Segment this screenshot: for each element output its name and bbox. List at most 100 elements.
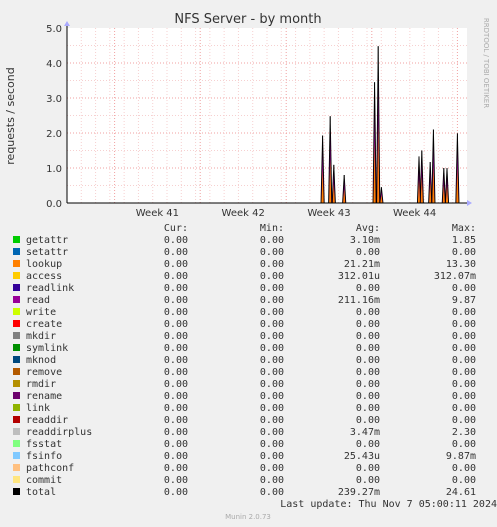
legend-swatch-symlink	[13, 344, 20, 351]
legend-value: 0.00	[164, 307, 188, 318]
legend-value: 24.61	[446, 487, 476, 498]
legend-value: 0.00	[164, 247, 188, 258]
legend-value: 0.00	[164, 403, 188, 414]
legend-name-setattr: setattr	[26, 247, 68, 258]
legend-name-create: create	[26, 319, 62, 330]
legend-swatch-total	[13, 488, 20, 495]
legend-value: 0.00	[260, 307, 284, 318]
legend-name-commit: commit	[26, 475, 62, 486]
legend-col-header: Max:	[452, 223, 476, 234]
legend-value: 0.00	[164, 367, 188, 378]
legend-name-write: write	[26, 307, 56, 318]
legend-swatch-write	[13, 308, 20, 315]
legend-value: 0.00	[260, 391, 284, 402]
legend-name-link: link	[26, 403, 50, 414]
legend-value: 211.16m	[338, 295, 380, 306]
legend-value: 0.00	[356, 379, 380, 390]
week-label: Week 44	[393, 208, 436, 219]
legend-name-readdir: readdir	[26, 415, 68, 426]
legend-swatch-getattr	[13, 236, 20, 243]
chart-title: NFS Server - by month	[174, 12, 321, 27]
legend-swatch-readlink	[13, 284, 20, 291]
legend-swatch-rename	[13, 392, 20, 399]
legend-value: 9.87m	[446, 451, 476, 462]
legend-value: 0.00	[452, 319, 476, 330]
legend-value: 0.00	[356, 403, 380, 414]
legend-value: 0.00	[260, 487, 284, 498]
legend-value: 0.00	[356, 475, 380, 486]
legend-value: 0.00	[260, 439, 284, 450]
legend-value: 0.00	[452, 283, 476, 294]
y-tick-label: 2.0	[46, 129, 62, 140]
legend-swatch-fsstat	[13, 440, 20, 447]
legend-value: 0.00	[260, 403, 284, 414]
y-tick-label: 5.0	[46, 24, 62, 35]
legend-name-rmdir: rmdir	[26, 379, 56, 390]
legend-name-lookup: lookup	[26, 259, 62, 270]
y-tick-label: 4.0	[46, 59, 62, 70]
legend-value: 0.00	[260, 259, 284, 270]
legend-value: 0.00	[164, 439, 188, 450]
legend-value: 0.00	[164, 331, 188, 342]
legend-swatch-create	[13, 320, 20, 327]
legend-value: 0.00	[164, 451, 188, 462]
legend-value: 9.87	[452, 295, 476, 306]
legend-value: 25.43u	[344, 451, 380, 462]
legend-value: 0.00	[452, 247, 476, 258]
legend-swatch-pathconf	[13, 464, 20, 471]
legend-value: 0.00	[452, 463, 476, 474]
legend-value: 0.00	[356, 307, 380, 318]
legend-value: 0.00	[260, 415, 284, 426]
legend-value: 0.00	[164, 415, 188, 426]
y-tick-label: 3.0	[46, 94, 62, 105]
legend-value: 0.00	[356, 343, 380, 354]
legend-col-header: Cur:	[164, 223, 188, 234]
legend-value: 3.47m	[350, 427, 380, 438]
legend-value: 0.00	[164, 259, 188, 270]
week-label: Week 42	[222, 208, 265, 219]
legend-value: 0.00	[260, 247, 284, 258]
legend-name-readlink: readlink	[26, 283, 74, 294]
legend-value: 0.00	[260, 295, 284, 306]
legend-value: 0.00	[164, 391, 188, 402]
legend-value: 0.00	[452, 415, 476, 426]
legend-value: 0.00	[164, 379, 188, 390]
legend-swatch-access	[13, 272, 20, 279]
legend-swatch-remove	[13, 368, 20, 375]
legend-value: 0.00	[260, 331, 284, 342]
y-tick-label: 1.0	[46, 164, 62, 175]
legend-col-header: Avg:	[356, 223, 380, 234]
legend-value: 0.00	[356, 367, 380, 378]
legend-name-mknod: mknod	[26, 355, 56, 366]
y-axis-label: requests / second	[4, 67, 17, 164]
legend-swatch-rmdir	[13, 380, 20, 387]
legend-swatch-mkdir	[13, 332, 20, 339]
legend-swatch-fsinfo	[13, 452, 20, 459]
legend-value: 0.00	[260, 271, 284, 282]
legend-value: 0.00	[452, 355, 476, 366]
legend-value: 0.00	[452, 403, 476, 414]
legend-value: 312.01u	[338, 271, 380, 282]
legend-value: 0.00	[164, 235, 188, 246]
legend-value: 0.00	[356, 355, 380, 366]
legend-value: 0.00	[164, 355, 188, 366]
munin-version: Munin 2.0.73	[225, 513, 271, 521]
legend-value: 312.07m	[434, 271, 476, 282]
legend-value: 0.00	[356, 331, 380, 342]
legend-value: 0.00	[260, 283, 284, 294]
legend-value: 0.00	[356, 415, 380, 426]
legend-value: 0.00	[356, 391, 380, 402]
legend-value: 0.00	[356, 247, 380, 258]
legend-name-read: read	[26, 295, 50, 306]
legend-swatch-link	[13, 404, 20, 411]
legend-name-mkdir: mkdir	[26, 331, 56, 342]
legend-value: 0.00	[164, 475, 188, 486]
legend-name-pathconf: pathconf	[26, 463, 74, 474]
legend-value: 0.00	[356, 283, 380, 294]
legend-value: 0.00	[452, 475, 476, 486]
legend-value: 13.30	[446, 259, 476, 270]
legend-value: 0.00	[260, 235, 284, 246]
legend-value: 0.00	[164, 427, 188, 438]
legend-value: 0.00	[260, 355, 284, 366]
legend-name-getattr: getattr	[26, 235, 68, 246]
